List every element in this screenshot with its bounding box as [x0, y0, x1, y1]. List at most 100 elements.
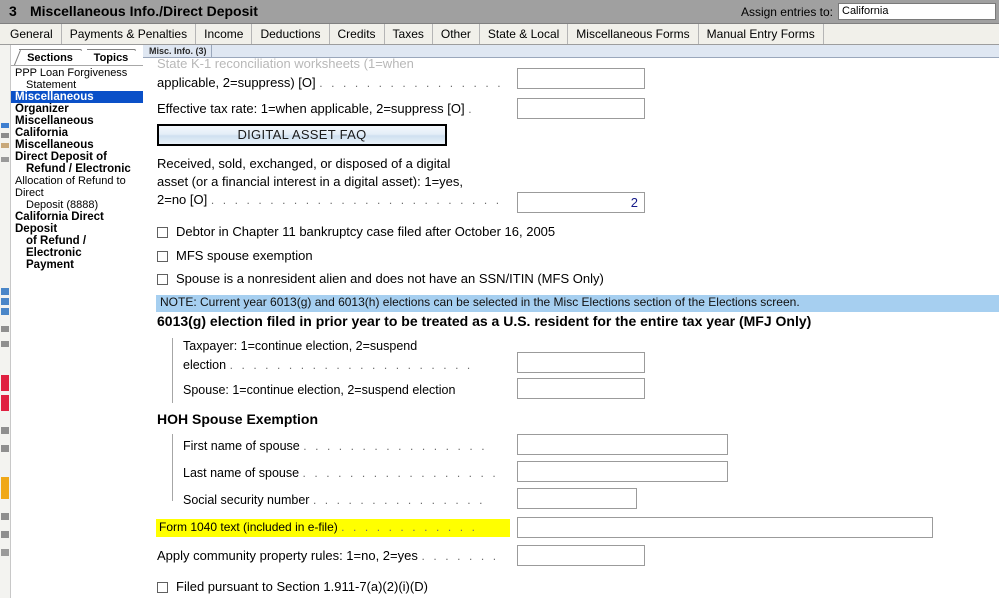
form-1040-text-dots: . . . . . . . . . . . . — [341, 520, 478, 534]
community-property-dots: . . . . . . . — [421, 549, 499, 563]
sidebar-item-label-cont: Statement — [26, 79, 77, 91]
digital-asset-input[interactable]: 2 — [517, 192, 645, 213]
digital-asset-line2: asset (or a financial interest in a digi… — [157, 174, 464, 189]
rail-marker-gray-9[interactable] — [1, 549, 9, 556]
main-tab-manual-entry-forms[interactable]: Manual Entry Forms — [699, 24, 824, 44]
sections-sidebar: Sections Topics PPP Loan Forgiveness Stat… — [11, 45, 143, 598]
assign-entries-label: Assign entries to: — [740, 5, 833, 19]
row-community-property: Apply community property rules: 1=no, 2=… — [157, 548, 499, 564]
sidebar-item-california-miscellaneous[interactable]: California Miscellaneous — [11, 127, 143, 151]
spouse-election-input[interactable] — [517, 378, 645, 399]
sidebar-item-organizer-miscellaneous[interactable]: Organizer Miscellaneous — [11, 103, 143, 127]
form-1040-text-label: Form 1040 text (included in e-file) — [159, 520, 338, 534]
effective-tax-rate-dots: . — [468, 102, 475, 116]
checkbox-mfs-spouse-exemption[interactable] — [157, 251, 168, 262]
rail-marker-gray-5[interactable] — [1, 427, 9, 434]
sidebar-item-list: PPP Loan Forgiveness Statement Miscellaneo… — [11, 67, 143, 598]
digital-asset-line3-text: 2=no [O] — [157, 192, 208, 207]
rail-marker-gray-4[interactable] — [1, 341, 9, 347]
rail-marker-red-2[interactable] — [1, 395, 9, 411]
form-content-panel: Misc. Info. (3) State K-1 reconciliation… — [143, 45, 999, 598]
rail-marker-gray-8[interactable] — [1, 531, 9, 538]
sidebar-item-label-cont2: Payment — [26, 259, 74, 271]
row-effective-tax-rate: Effective tax rate: 1=when applicable, 2… — [157, 102, 475, 117]
rail-marker-gray-7[interactable] — [1, 513, 9, 520]
hoh-last-name-input[interactable] — [517, 461, 728, 482]
digital-asset-dots: . . . . . . . . . . . . . . . . . . . . … — [210, 193, 502, 207]
checkbox-nonresident-alien-spouse-label: Spouse is a nonresident alien and does n… — [176, 271, 604, 286]
left-icon-rail[interactable] — [0, 45, 11, 598]
checkbox-nonresident-alien-spouse[interactable] — [157, 274, 168, 285]
assign-entries-input[interactable]: California — [838, 3, 996, 20]
community-property-text: Apply community property rules: 1=no, 2=… — [157, 548, 418, 563]
sidebar-item-label: Miscellaneous — [15, 91, 94, 103]
hoh-first-name-input[interactable] — [517, 434, 728, 455]
community-property-input[interactable] — [517, 545, 645, 566]
sidebar-item-label: Organizer Miscellaneous — [15, 103, 94, 127]
sidebar-tab-underline — [11, 65, 143, 66]
main-tab-deductions[interactable]: Deductions — [252, 24, 330, 44]
form-fields-area: State K-1 reconciliation worksheets (1=w… — [143, 58, 999, 598]
rail-marker-gray-6[interactable] — [1, 445, 9, 452]
checkbox-section-911[interactable] — [157, 582, 168, 593]
main-tab-miscellaneous-forms[interactable]: Miscellaneous Forms — [568, 24, 699, 44]
tab-topics[interactable]: Topics — [87, 49, 142, 66]
hoh-first-name-label: First name of spouse . . . . . . . . . .… — [183, 439, 487, 453]
taxpayer-election-line2: election . . . . . . . . . . . . . . . .… — [183, 358, 503, 372]
row-taxpayer-election: Taxpayer: 1=continue election, 2=suspend… — [183, 339, 503, 372]
election-6013g-heading: 6013(g) election filed in prior year to … — [157, 313, 812, 329]
rail-marker-blue-1[interactable] — [1, 123, 9, 128]
tab-topics-label: Topics — [93, 52, 129, 64]
group-divider-elections — [172, 338, 173, 403]
community-property-label: Apply community property rules: 1=no, 2=… — [157, 548, 499, 564]
main-tab-payments-penalties[interactable]: Payments & Penalties — [62, 24, 197, 44]
main-tab-state-local[interactable]: State & Local — [480, 24, 569, 44]
digital-asset-faq-button[interactable]: DIGITAL ASSET FAQ — [157, 124, 447, 146]
sidebar-item-label: California Miscellaneous — [15, 127, 94, 151]
rail-marker-blue-4[interactable] — [1, 308, 9, 315]
tab-slant-left-icon — [13, 50, 20, 66]
sidebar-item-label: California Direct Deposit — [15, 211, 104, 235]
hoh-first-name-text: First name of spouse — [183, 439, 300, 453]
rail-marker-blue-3[interactable] — [1, 298, 9, 305]
hoh-first-name-dots: . . . . . . . . . . . . . . . . — [303, 439, 488, 453]
main-tab-strip: General Payments & Penalties Income Deducti… — [0, 24, 999, 45]
rail-marker-tan-1[interactable] — [1, 143, 9, 148]
checkbox-mfs-spouse-exemption-label: MFS spouse exemption — [176, 248, 313, 263]
rail-marker-blue-2[interactable] — [1, 288, 9, 295]
checkbox-debtor-ch11[interactable] — [157, 227, 168, 238]
form-1040-text-input[interactable] — [517, 517, 933, 538]
main-tab-taxes[interactable]: Taxes — [385, 24, 433, 44]
state-k1-dots: . . . . . . . . . . . . . . . . — [319, 76, 504, 90]
effective-tax-rate-input[interactable] — [517, 98, 645, 119]
sidebar-item-ppp-loan-forgiveness[interactable]: PPP Loan Forgiveness Statement — [11, 67, 143, 91]
rail-marker-red-1[interactable] — [1, 375, 9, 391]
sidebar-item-miscellaneous[interactable]: Miscellaneous — [11, 91, 143, 103]
rail-marker-orange-1[interactable] — [1, 477, 9, 499]
main-tab-general[interactable]: General — [0, 24, 62, 44]
row-hoh-ssn: Social security number . . . . . . . . .… — [183, 493, 485, 507]
state-k1-input[interactable] — [517, 68, 645, 89]
sidebar-item-california-direct-deposit[interactable]: California Direct Deposit of Refund / Ele… — [11, 211, 143, 271]
tab-sections[interactable]: Sections — [13, 49, 88, 66]
sidebar-item-allocation-of-refund-to-direct[interactable]: Allocation of Refund to Direct Deposit (8… — [11, 175, 143, 211]
digital-asset-line3: 2=no [O] . . . . . . . . . . . . . . . .… — [157, 192, 507, 208]
tab-misc-info[interactable]: Misc. Info. (3) — [145, 45, 212, 57]
row-hoh-first-name: First name of spouse . . . . . . . . . .… — [183, 439, 487, 453]
main-tab-income[interactable]: Income — [196, 24, 253, 44]
rail-marker-gray-2[interactable] — [1, 157, 9, 162]
page-title: Miscellaneous Info./Direct Deposit — [30, 3, 258, 19]
taxpayer-election-input[interactable] — [517, 352, 645, 373]
rail-marker-gray-3[interactable] — [1, 326, 9, 332]
screen-number: 3 — [9, 3, 17, 19]
hoh-last-name-label: Last name of spouse . . . . . . . . . . … — [183, 466, 498, 480]
hoh-ssn-input[interactable] — [517, 488, 637, 509]
main-tab-other[interactable]: Other — [433, 24, 480, 44]
sidebar-item-label-cont: Deposit (8888) — [26, 199, 99, 211]
rail-marker-gray-1[interactable] — [1, 133, 9, 138]
main-tab-credits[interactable]: Credits — [330, 24, 385, 44]
sidebar-item-direct-deposit-of[interactable]: Direct Deposit of Refund / Electronic — [11, 151, 143, 175]
content-tab-bar: Misc. Info. (3) — [143, 45, 999, 58]
note-banner: NOTE: Current year 6013(g) and 6013(h) e… — [156, 295, 999, 312]
state-k1-label-line2-text: applicable, 2=suppress) [O] — [157, 75, 316, 90]
